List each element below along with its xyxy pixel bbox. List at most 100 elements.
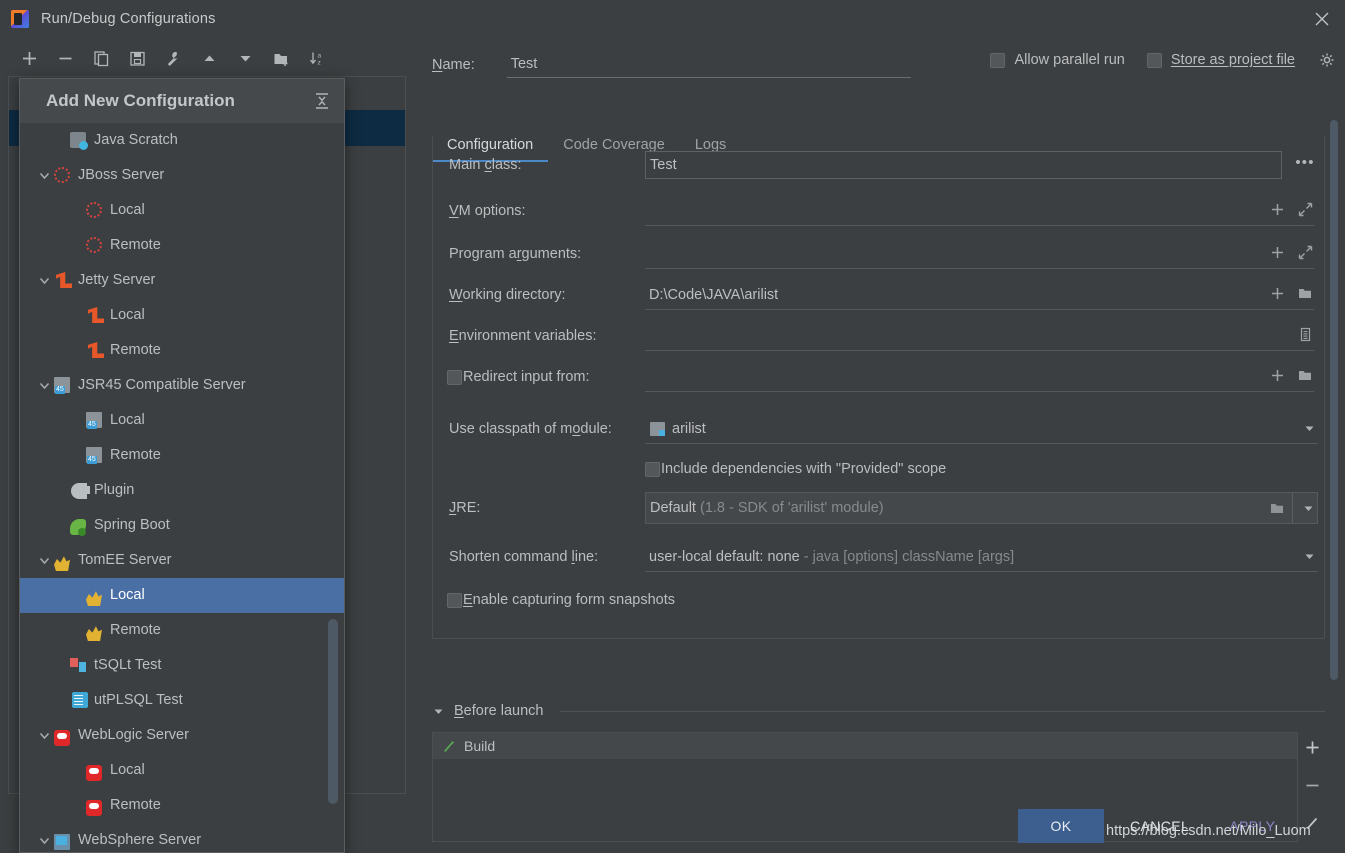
redirect-input-checkbox[interactable] [447,370,462,385]
tree-item-remote[interactable]: Remote [20,438,344,473]
expand-icon[interactable] [1296,200,1314,218]
before-launch-task-row[interactable]: Build [433,733,1297,759]
tree-item-label: TomEE Server [78,553,171,568]
enable-form-snapshots-checkbox[interactable] [447,593,462,608]
folder-icon[interactable] [1296,366,1314,384]
wrench-icon[interactable] [162,47,184,69]
name-input[interactable] [507,52,911,78]
environment-variables-input[interactable] [645,321,1314,351]
shorten-command-line-row: Shorten command line: user-local default… [433,540,1326,574]
tree-item-remote[interactable]: Remote [20,228,344,263]
tree-item-local[interactable]: Local [20,193,344,228]
shorten-command-line-dropdown[interactable]: user-local default: none - java [options… [645,542,1318,572]
tree-item-local[interactable]: Local [20,753,344,788]
new-folder-icon[interactable] [270,47,292,69]
main-class-input[interactable]: Test [645,151,1282,179]
tree-item-tsqlt-test[interactable]: tSQLt Test [20,648,344,683]
gear-icon[interactable] [1317,50,1337,70]
collapse-all-icon[interactable] [312,90,332,112]
main-scrollbar[interactable] [1330,120,1338,680]
folder-icon[interactable] [1268,499,1286,517]
jetty-icon [86,307,103,324]
tree-item-local[interactable]: Local [20,578,344,613]
chevron-down-icon[interactable] [36,728,52,744]
folder-icon[interactable] [1296,284,1314,302]
copy-icon[interactable] [90,47,112,69]
header-options: Allow parallel run Store as project file [990,50,1337,70]
tree-item-label: Spring Boot [94,518,170,533]
chevron-down-icon[interactable] [1300,420,1318,438]
allow-parallel-run-row[interactable]: Allow parallel run [990,52,1124,68]
tree-item-websphere-server[interactable]: WebSphere Server [20,823,344,852]
chevron-down-icon[interactable] [36,553,52,569]
tree-item-label: Remote [110,448,161,463]
include-provided-scope-row[interactable]: Include dependencies with "Provided" sco… [433,454,1326,484]
chevron-down-icon[interactable] [1299,499,1317,517]
tree-item-jetty-server[interactable]: Jetty Server [20,263,344,298]
tree-item-remote[interactable]: Remote [20,613,344,648]
tree-item-utplsql-test[interactable]: utPLSQL Test [20,683,344,718]
jsr45-icon [86,447,103,464]
plus-icon[interactable] [18,47,40,69]
tree-item-tomee-server[interactable]: TomEE Server [20,543,344,578]
plus-icon[interactable] [1268,200,1286,218]
tree-item-jboss-server[interactable]: JBoss Server [20,158,344,193]
redirect-input-field[interactable] [645,362,1314,392]
arrow-down-icon[interactable] [234,47,256,69]
tree-item-remote[interactable]: Remote [20,788,344,823]
tree-item-spring-boot[interactable]: Spring Boot [20,508,344,543]
close-icon[interactable] [1299,0,1345,37]
classpath-module-dropdown[interactable]: arilist [645,414,1318,444]
working-directory-input[interactable]: D:\Code\JAVA\arilist [645,280,1314,310]
add-task-button[interactable] [1303,738,1321,756]
plus-icon[interactable] [1268,366,1286,384]
chevron-down-icon[interactable] [1300,548,1318,566]
jboss-icon [54,167,71,184]
divider [560,711,1325,712]
before-launch-task-label: Build [464,738,495,754]
chevron-down-icon[interactable] [432,705,445,718]
sort-az-icon[interactable]: az [306,47,328,69]
popup-scrollbar[interactable] [328,619,338,804]
main-class-label: Main class: [449,157,522,173]
ellipsis-browse-icon[interactable]: ••• [1296,154,1314,172]
tree-item-plugin[interactable]: Plugin [20,473,344,508]
plus-icon[interactable] [1268,243,1286,261]
allow-parallel-run-checkbox[interactable] [990,53,1005,68]
before-launch-header[interactable]: Before launch [432,703,1325,719]
plus-icon[interactable] [1268,284,1286,302]
name-label: Name: [432,57,475,73]
tree-item-local[interactable]: Local [20,298,344,333]
chevron-down-icon[interactable] [36,378,52,394]
shorten-command-line-label: Shorten command line: [449,549,598,565]
ok-button[interactable]: OK [1018,809,1104,843]
arrow-up-icon[interactable] [198,47,220,69]
minus-icon[interactable] [54,47,76,69]
save-icon[interactable] [126,47,148,69]
expand-icon[interactable] [1296,243,1314,261]
chevron-down-icon[interactable] [36,273,52,289]
chevron-down-icon[interactable] [36,833,52,849]
tree-item-jsr45-compatible-server[interactable]: JSR45 Compatible Server [20,368,344,403]
classpath-module-row: Use classpath of module: arilist [433,412,1326,446]
tree-item-remote[interactable]: Remote [20,333,344,368]
jetty-icon [86,342,103,359]
list-icon[interactable] [1296,325,1314,343]
enable-form-snapshots-row[interactable]: Enable capturing form snapshots [433,585,1326,615]
page-title: Run/Debug Configurations [41,11,216,27]
store-as-project-file-checkbox[interactable] [1147,53,1162,68]
program-arguments-input[interactable] [645,239,1314,269]
program-arguments-label: Program arguments: [449,246,581,262]
tree-item-local[interactable]: Local [20,403,344,438]
store-as-project-file-row[interactable]: Store as project file [1147,52,1295,68]
chevron-down-icon[interactable] [36,168,52,184]
tree-item-weblogic-server[interactable]: WebLogic Server [20,718,344,753]
tree-item-java-scratch[interactable]: Java Scratch [20,123,344,158]
vm-options-input[interactable] [645,196,1314,226]
remove-task-button[interactable] [1303,776,1321,794]
tree-item-label: Local [110,203,145,218]
jre-label: JRE: [449,500,480,516]
include-provided-scope-checkbox[interactable] [645,462,660,477]
configuration-type-tree[interactable]: Java ScratchJBoss ServerLocalRemoteJetty… [20,123,344,852]
jre-combobox[interactable]: Default (1.8 - SDK of 'arilist' module) [645,492,1318,524]
